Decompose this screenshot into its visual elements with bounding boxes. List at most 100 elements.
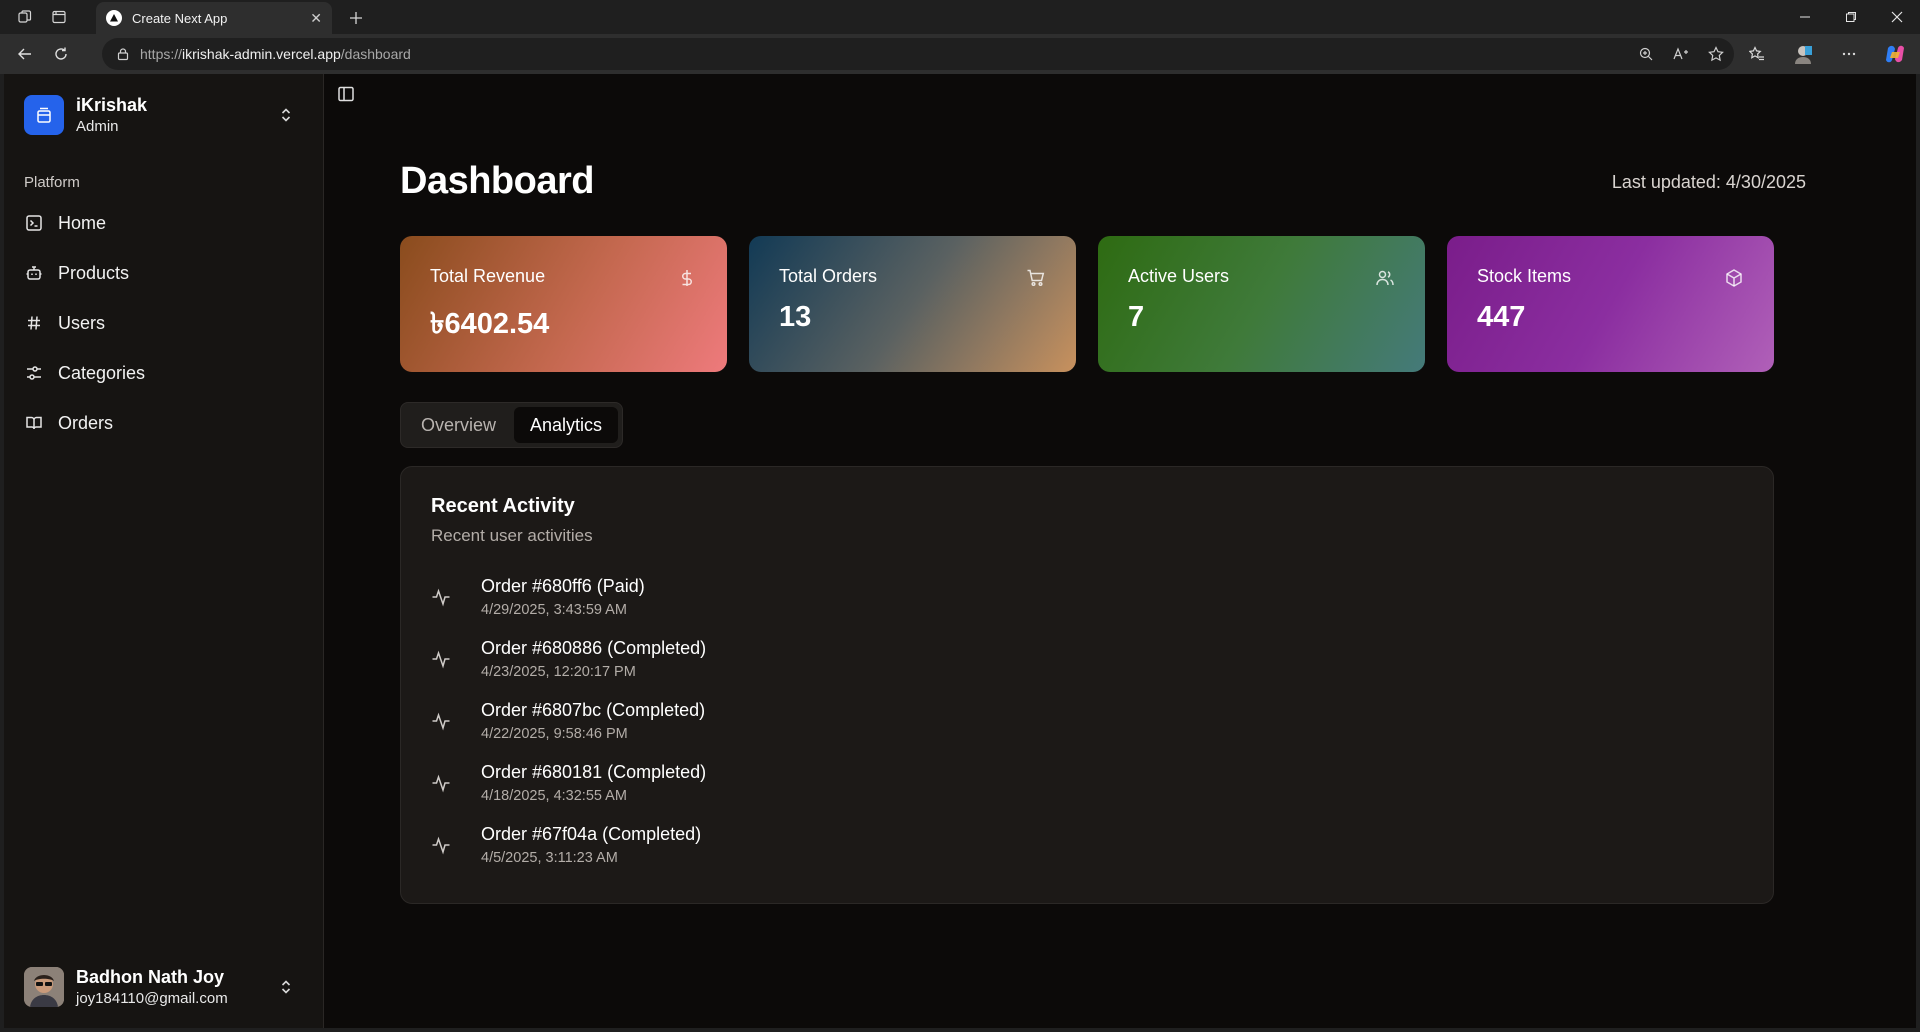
activity-time: 4/22/2025, 9:58:46 PM bbox=[481, 726, 628, 742]
sidebar-item-home[interactable]: Home bbox=[24, 198, 314, 248]
activity-pulse-icon bbox=[431, 587, 451, 607]
tab-actions-icon[interactable] bbox=[42, 0, 76, 34]
activity-text: Order #6807bc (Completed) bbox=[481, 700, 706, 720]
dollar-icon bbox=[677, 268, 697, 288]
list-item: Order #6807bc (Completed) 4/22/2025, 9:5… bbox=[431, 690, 1743, 752]
stat-value: ৳6402.54 bbox=[430, 308, 550, 340]
box-icon bbox=[1724, 268, 1744, 288]
tab-title: Create Next App bbox=[132, 10, 228, 26]
sidebar-item-orders[interactable]: Orders bbox=[24, 398, 314, 448]
activity-time: 4/5/2025, 3:11:23 AM bbox=[481, 850, 618, 866]
sidebar: iKrishak Admin Platform Home Products Us… bbox=[4, 74, 324, 1028]
activity-text: Order #680ff6 (Paid) bbox=[481, 576, 645, 596]
window-controls bbox=[1782, 0, 1920, 34]
tab-close-icon[interactable]: ✕ bbox=[310, 10, 322, 27]
tab-overview[interactable]: Overview bbox=[405, 407, 512, 443]
activity-text: Order #680886 (Completed) bbox=[481, 638, 707, 658]
zoom-icon[interactable] bbox=[1638, 46, 1654, 62]
bot-icon bbox=[24, 263, 44, 283]
activity-list: Order #680ff6 (Paid) 4/29/2025, 3:43:59 … bbox=[431, 566, 1743, 876]
refresh-icon[interactable] bbox=[44, 37, 78, 71]
activity-time: 4/23/2025, 12:20:17 PM bbox=[481, 664, 636, 680]
new-tab-icon[interactable] bbox=[342, 6, 370, 30]
list-item: Order #680886 (Completed) 4/23/2025, 12:… bbox=[431, 628, 1743, 690]
browser-tab[interactable]: Create Next App ✕ bbox=[96, 2, 332, 34]
copilot-icon[interactable] bbox=[1878, 37, 1912, 71]
users-icon bbox=[1375, 268, 1395, 288]
stat-label: Total Orders bbox=[779, 266, 878, 286]
lock-icon[interactable] bbox=[116, 47, 130, 61]
nextjs-favicon-icon bbox=[106, 10, 122, 26]
user-menu[interactable]: Badhon Nath Joy joy184110@gmail.com bbox=[24, 964, 314, 1010]
sidebar-item-label: Orders bbox=[58, 412, 114, 433]
main-content: Dashboard Last updated: 4/30/2025 Total … bbox=[324, 74, 1916, 1028]
workspaces-icon[interactable] bbox=[8, 0, 42, 34]
list-item: Order #67f04a (Completed) 4/5/2025, 3:11… bbox=[431, 814, 1743, 876]
back-icon[interactable] bbox=[8, 37, 42, 71]
chevrons-up-down-icon[interactable] bbox=[278, 107, 294, 123]
minimize-icon[interactable] bbox=[1782, 0, 1828, 34]
cart-icon bbox=[1026, 268, 1046, 288]
sidebar-item-products[interactable]: Products bbox=[24, 248, 314, 298]
favorites-icon[interactable] bbox=[1740, 37, 1774, 71]
activity-text: Order #67f04a (Completed) bbox=[481, 824, 702, 844]
brand-role: Admin bbox=[76, 118, 119, 135]
activity-title: Recent Activity bbox=[431, 495, 575, 517]
user-name: Badhon Nath Joy bbox=[76, 967, 225, 987]
favorite-star-icon[interactable] bbox=[1708, 46, 1724, 62]
address-bar-actions bbox=[1638, 38, 1724, 70]
stat-card-revenue: Total Revenue ৳6402.54 bbox=[400, 236, 727, 372]
team-switcher[interactable]: iKrishak Admin bbox=[24, 92, 314, 138]
app-window: iKrishak Admin Platform Home Products Us… bbox=[4, 74, 1916, 1028]
stat-card-stock: Stock Items 447 bbox=[1447, 236, 1774, 372]
sidebar-item-users[interactable]: Users bbox=[24, 298, 314, 348]
address-bar[interactable]: https://ikrishak-admin.vercel.app/dashbo… bbox=[102, 38, 1734, 70]
avatar bbox=[24, 967, 64, 1007]
settings-sliders-icon bbox=[24, 363, 44, 383]
browser-toolbar-right bbox=[1740, 34, 1912, 74]
sidebar-item-label: Products bbox=[58, 262, 130, 283]
sidebar-toggle-icon[interactable] bbox=[334, 82, 358, 106]
sidebar-item-categories[interactable]: Categories bbox=[24, 348, 314, 398]
activity-pulse-icon bbox=[431, 711, 451, 731]
recent-activity-card: Recent Activity Recent user activities O… bbox=[400, 466, 1774, 904]
read-aloud-icon[interactable] bbox=[1672, 46, 1690, 62]
activity-pulse-icon bbox=[431, 773, 451, 793]
user-email: joy184110@gmail.com bbox=[76, 990, 228, 1007]
sidebar-item-label: Categories bbox=[58, 362, 146, 383]
list-item: Order #680181 (Completed) 4/18/2025, 4:3… bbox=[431, 752, 1743, 814]
sidebar-item-label: Home bbox=[58, 212, 107, 233]
sidebar-item-label: Users bbox=[58, 312, 106, 333]
sidebar-group-label: Platform bbox=[24, 174, 80, 191]
profile-icon[interactable] bbox=[1786, 37, 1820, 71]
restore-icon[interactable] bbox=[1828, 0, 1874, 34]
view-tabs: Overview Analytics bbox=[400, 402, 624, 448]
stat-label: Active Users bbox=[1128, 266, 1230, 286]
browser-navbar: https://ikrishak-admin.vercel.app/dashbo… bbox=[0, 34, 1920, 74]
browser-titlebar: Create Next App ✕ bbox=[0, 0, 1920, 34]
brand-name: iKrishak bbox=[76, 95, 148, 115]
stat-card-orders: Total Orders 13 bbox=[749, 236, 1076, 372]
activity-subtitle: Recent user activities bbox=[431, 526, 593, 545]
sidebar-menu: Home Products Users Categories Orders bbox=[24, 198, 314, 448]
page-title: Dashboard bbox=[400, 160, 594, 202]
hash-icon bbox=[24, 313, 44, 333]
stats-cards: Total Revenue ৳6402.54 Total Orders 13 A… bbox=[400, 236, 1774, 372]
terminal-square-icon bbox=[24, 213, 44, 233]
close-window-icon[interactable] bbox=[1874, 0, 1920, 34]
list-item: Order #680ff6 (Paid) 4/29/2025, 3:43:59 … bbox=[431, 566, 1743, 628]
activity-pulse-icon bbox=[431, 835, 451, 855]
stat-value: 13 bbox=[779, 301, 812, 333]
activity-time: 4/18/2025, 4:32:55 AM bbox=[481, 788, 627, 804]
book-open-icon bbox=[24, 413, 44, 433]
activity-time: 4/29/2025, 3:43:59 AM bbox=[481, 602, 627, 618]
stat-value: 7 bbox=[1128, 301, 1145, 333]
more-options-icon[interactable] bbox=[1832, 37, 1866, 71]
stat-value: 447 bbox=[1477, 301, 1526, 333]
tab-analytics[interactable]: Analytics bbox=[514, 407, 619, 443]
chevrons-up-down-icon[interactable] bbox=[278, 979, 294, 995]
activity-pulse-icon bbox=[431, 649, 451, 669]
stat-card-users: Active Users 7 bbox=[1098, 236, 1425, 372]
last-updated-text: Last updated: 4/30/2025 bbox=[1611, 172, 1806, 192]
url-text: https://ikrishak-admin.vercel.app/dashbo… bbox=[140, 46, 411, 62]
